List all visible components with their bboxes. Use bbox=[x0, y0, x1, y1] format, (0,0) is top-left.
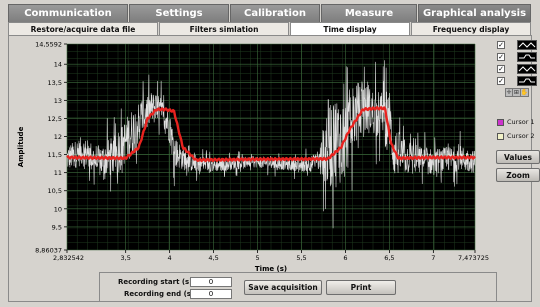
application-window: Communication Settings Calibration Measu… bbox=[0, 0, 540, 307]
tab-settings[interactable]: Settings bbox=[129, 4, 229, 22]
y-tick-label: 14 bbox=[54, 61, 62, 69]
legend-checkbox-3[interactable]: ✓ bbox=[497, 65, 505, 73]
x-tick-label: 4,5 bbox=[208, 254, 218, 262]
x-tick-label: 5 bbox=[255, 254, 259, 262]
plot-style-icon-2[interactable] bbox=[517, 52, 537, 62]
y-axis-label: Amplitude bbox=[17, 126, 25, 167]
cursor-1-label: Cursor 1 bbox=[507, 118, 535, 126]
amplitude-time-chart: 8,860379,51010,51111,51212,51313,51414,5… bbox=[11, 38, 491, 274]
values-button[interactable]: Values bbox=[496, 150, 540, 164]
x-tick-label: 5,5 bbox=[296, 254, 306, 262]
y-tick-label: 12 bbox=[54, 133, 62, 141]
print-button[interactable]: Print bbox=[326, 280, 396, 295]
cursor-1-legend[interactable]: Cursor 1 bbox=[497, 118, 540, 128]
recording-end-label: Recording end (s) bbox=[124, 290, 195, 298]
y-tick-label: 11 bbox=[54, 169, 62, 177]
y-tick-label: 14,5592 bbox=[35, 41, 62, 49]
recording-start-label: Recording start (s) bbox=[118, 278, 193, 286]
y-tick-label: 11,5 bbox=[48, 151, 62, 159]
recording-controls: Recording start (s) 0 Recording end (s) … bbox=[99, 272, 497, 302]
legend-row-3: ✓ bbox=[495, 64, 540, 75]
x-tick-label: 3,5 bbox=[121, 254, 131, 262]
y-tick-label: 9,5 bbox=[52, 223, 62, 231]
tab-filters-simulation[interactable]: Filters simlation bbox=[159, 22, 289, 36]
tab-time-display[interactable]: Time display bbox=[290, 22, 410, 36]
legend-checkbox-1[interactable]: ✓ bbox=[497, 41, 505, 49]
y-tick-label: 10,5 bbox=[48, 187, 62, 195]
time-display-panel: 8,86037 9,5 10 10,5 11 11,5 12 12,5 13 13,5 14 14,5… bbox=[8, 35, 540, 302]
save-acquisition-button[interactable]: Save acquisition bbox=[244, 280, 322, 295]
sub-tab-bar: Restore/acquire data file Filters simlat… bbox=[8, 22, 532, 36]
x-tick-label: 6,5 bbox=[384, 254, 394, 262]
x-tick-label: 7 bbox=[431, 254, 435, 262]
x-tick-label: 4 bbox=[168, 254, 172, 262]
legend-row-4: ✓ bbox=[495, 76, 540, 87]
zoom-button[interactable]: Zoom bbox=[496, 168, 540, 182]
tab-restore-acquire-data-file[interactable]: Restore/acquire data file bbox=[8, 22, 158, 36]
x-tick-label: 7,473725 bbox=[458, 254, 489, 262]
y-tick-label: 13,5 bbox=[48, 79, 62, 87]
recording-end-field[interactable]: 0 bbox=[190, 289, 232, 299]
cursor-1-swatch bbox=[497, 119, 504, 126]
plot-style-icon-4[interactable] bbox=[517, 76, 537, 86]
zoom-icon[interactable]: ⊞ bbox=[513, 89, 521, 96]
y-tick-label: 13 bbox=[54, 97, 62, 105]
legend-row-1: ✓ bbox=[495, 40, 540, 51]
x-tick-label: 6 bbox=[343, 254, 347, 262]
tab-calibration[interactable]: Calibration bbox=[230, 4, 320, 22]
tab-graphical-analysis[interactable]: Graphical analysis bbox=[418, 4, 531, 22]
hand-icon[interactable]: ✋ bbox=[521, 89, 528, 96]
y-tick-label: 10 bbox=[54, 205, 62, 213]
recording-start-field[interactable]: 0 bbox=[190, 277, 232, 287]
top-tab-bar: Communication Settings Calibration Measu… bbox=[8, 4, 532, 22]
legend-checkbox-4[interactable]: ✓ bbox=[497, 77, 505, 85]
x-tick-label: 2,832542 bbox=[53, 254, 84, 262]
cursor-2-swatch bbox=[497, 133, 504, 140]
cursor-2-label: Cursor 2 bbox=[507, 132, 535, 140]
legend-row-2: ✓ bbox=[495, 52, 540, 63]
tab-communication[interactable]: Communication bbox=[8, 4, 128, 22]
tab-measure[interactable]: Measure bbox=[321, 4, 417, 22]
plot-style-icon-3[interactable] bbox=[517, 64, 537, 74]
graph-tools-palette: ✛ ⊞ ✋ bbox=[505, 88, 529, 97]
cursor-2-legend[interactable]: Cursor 2 bbox=[497, 132, 540, 142]
crosshair-icon[interactable]: ✛ bbox=[506, 89, 514, 96]
plot-style-icon-1[interactable] bbox=[517, 40, 537, 50]
y-tick-label: 12,5 bbox=[48, 115, 62, 123]
tab-frequency-display[interactable]: Frequency display bbox=[411, 22, 531, 36]
legend-checkbox-2[interactable]: ✓ bbox=[497, 53, 505, 61]
